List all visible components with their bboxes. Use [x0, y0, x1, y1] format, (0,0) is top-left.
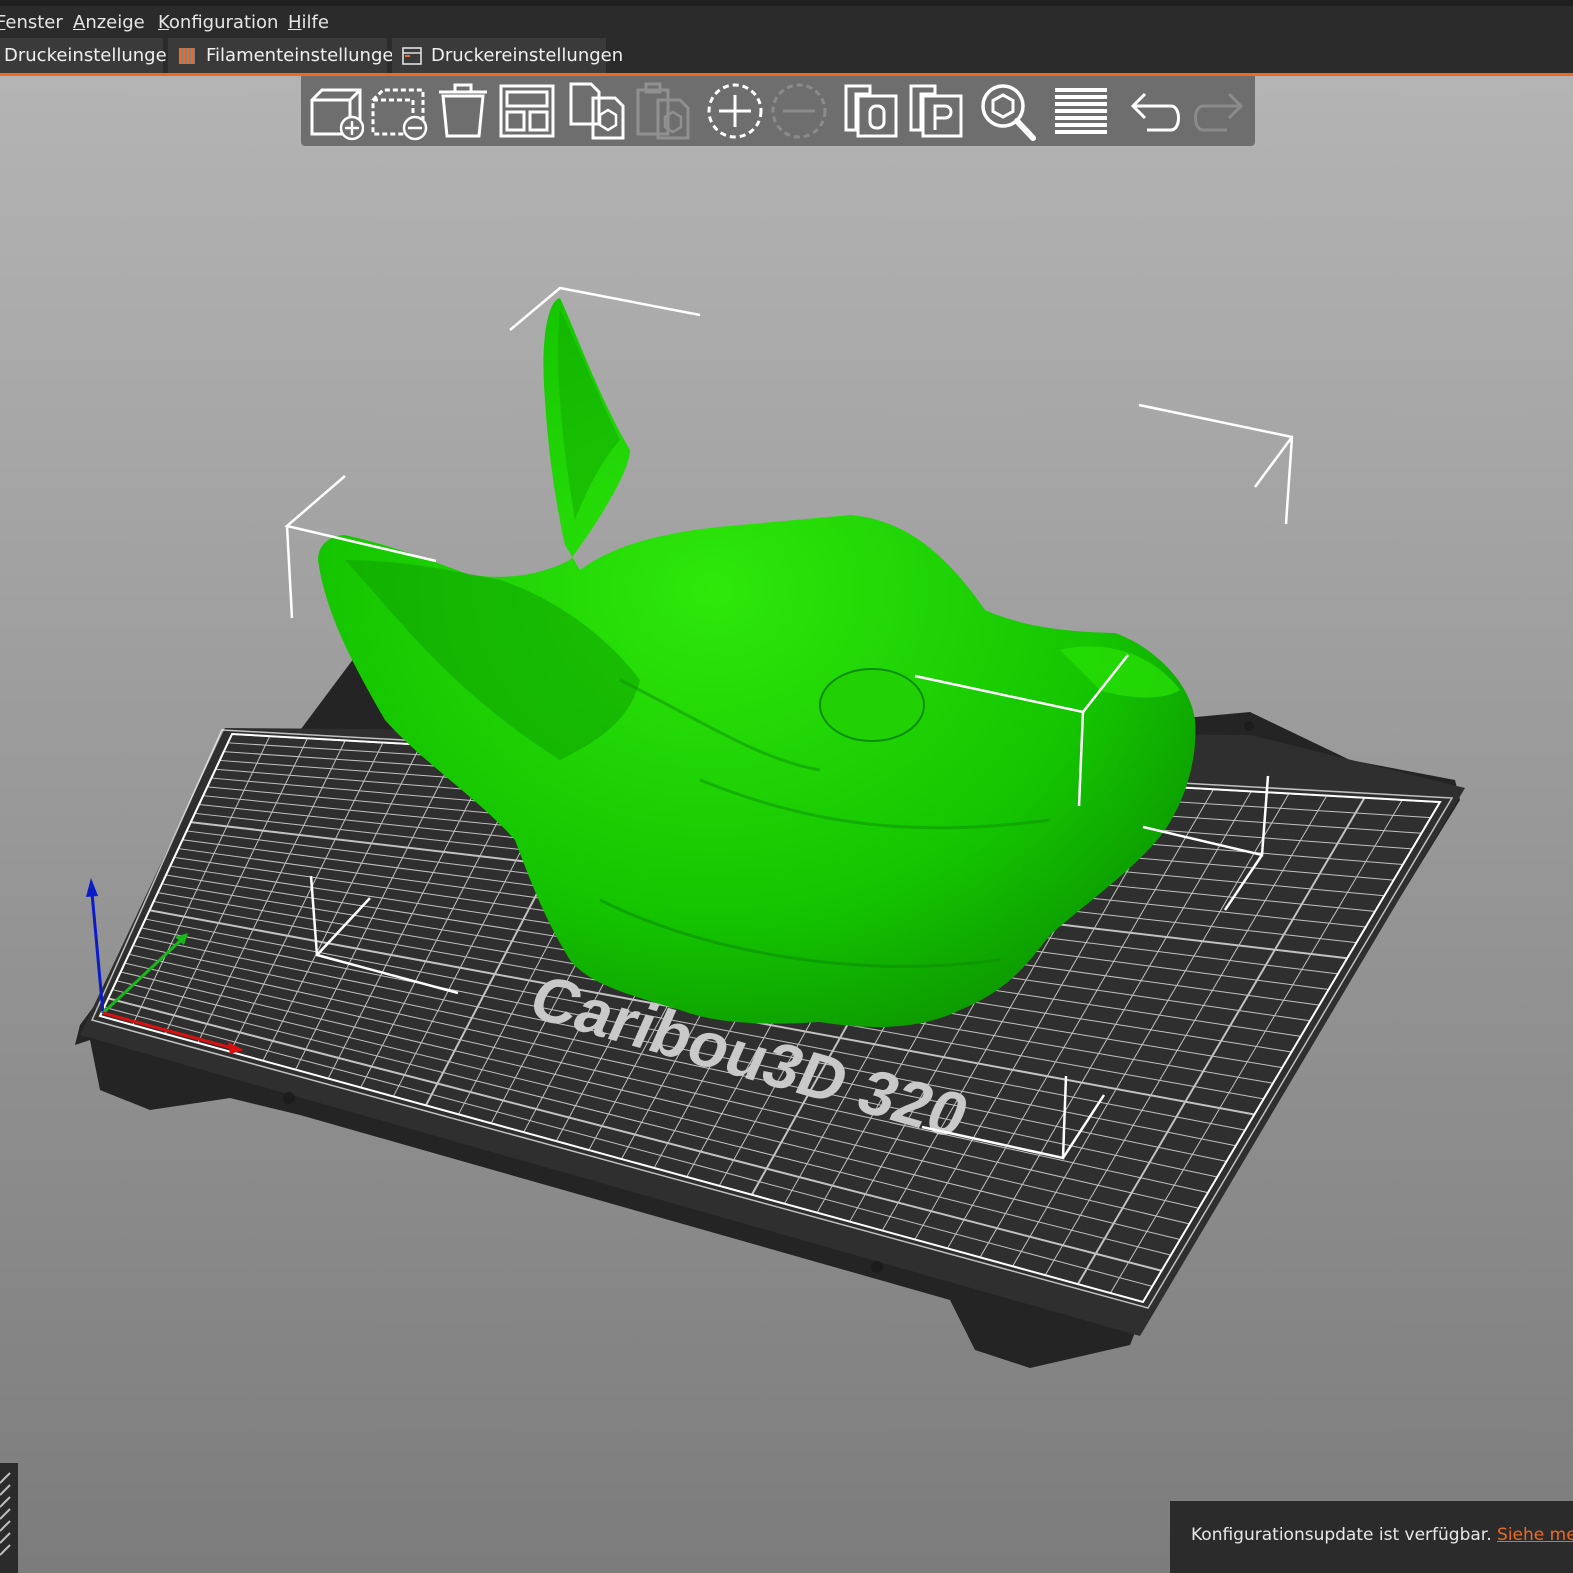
- tab-printer-settings[interactable]: Druckereinstellungen: [392, 38, 623, 73]
- layers-button[interactable]: [1051, 80, 1111, 142]
- menu-help[interactable]: Hilfe: [288, 12, 329, 33]
- split-parts-icon: [909, 84, 963, 138]
- undo-icon: [1130, 92, 1180, 132]
- redo-icon: [1194, 92, 1244, 132]
- notification-bar: Konfigurationsupdate ist verfügbar. Sieh…: [1170, 1501, 1573, 1573]
- layers-icon: [1055, 88, 1107, 134]
- redo-button[interactable]: [1189, 80, 1249, 142]
- copy-icon: [569, 82, 625, 140]
- add-instance-button[interactable]: [705, 80, 765, 142]
- tab-label: Filamenteinstellungen: [206, 45, 405, 66]
- printer-icon: [402, 47, 422, 65]
- remove-instance-button[interactable]: [769, 80, 829, 142]
- delete-all-button[interactable]: [433, 80, 493, 142]
- 3d-viewport[interactable]: Caribou3D 320 Konfigurationsupdate ist v…: [0, 76, 1573, 1573]
- menu-window[interactable]: Fenster: [0, 12, 63, 33]
- split-objects-button[interactable]: [842, 80, 902, 142]
- tab-bar: Druckeinstellungen Filamenteinstellungen…: [0, 38, 1573, 76]
- menu-configuration[interactable]: Konfiguration: [158, 12, 278, 33]
- notification-text: Konfigurationsupdate ist verfügbar.: [1191, 1525, 1492, 1545]
- 3d-scene[interactable]: Caribou3D 320: [0, 76, 1573, 1573]
- paste-icon: [636, 82, 690, 140]
- see-more-link[interactable]: Siehe mehr.: [1497, 1525, 1573, 1545]
- undo-button[interactable]: [1125, 80, 1185, 142]
- arrange-icon: [499, 84, 555, 138]
- trash-icon: [439, 83, 487, 138]
- delete-cube-icon: [371, 88, 428, 141]
- copy-button[interactable]: [567, 80, 627, 142]
- arrange-button[interactable]: [497, 80, 557, 142]
- search-icon: [981, 84, 1036, 141]
- delete-button[interactable]: [369, 80, 429, 142]
- add-button[interactable]: [304, 80, 364, 142]
- minus-circle-icon: [771, 83, 827, 139]
- search-button[interactable]: [977, 80, 1037, 142]
- sidebar-collapse-handle[interactable]: [0, 1463, 18, 1573]
- tab-label: Druckereinstellungen: [431, 45, 624, 66]
- tab-filament-settings[interactable]: Filamenteinstellungen: [168, 38, 405, 73]
- split-objects-icon: [844, 84, 898, 138]
- menu-view[interactable]: Anzeige: [73, 12, 145, 33]
- paste-button[interactable]: [632, 80, 692, 142]
- filament-icon: [179, 48, 195, 64]
- plus-circle-icon: [707, 83, 763, 139]
- hatch-icon: [0, 1472, 11, 1556]
- add-cube-icon: [310, 88, 364, 141]
- tab-label: Druckeinstellungen: [4, 45, 179, 66]
- top-toolbar: [301, 76, 1255, 146]
- split-parts-button[interactable]: [907, 80, 967, 142]
- menu-bar: Fenster Anzeige Konfiguration Hilfe: [0, 0, 1573, 40]
- tab-print-settings[interactable]: Druckeinstellungen: [0, 38, 178, 73]
